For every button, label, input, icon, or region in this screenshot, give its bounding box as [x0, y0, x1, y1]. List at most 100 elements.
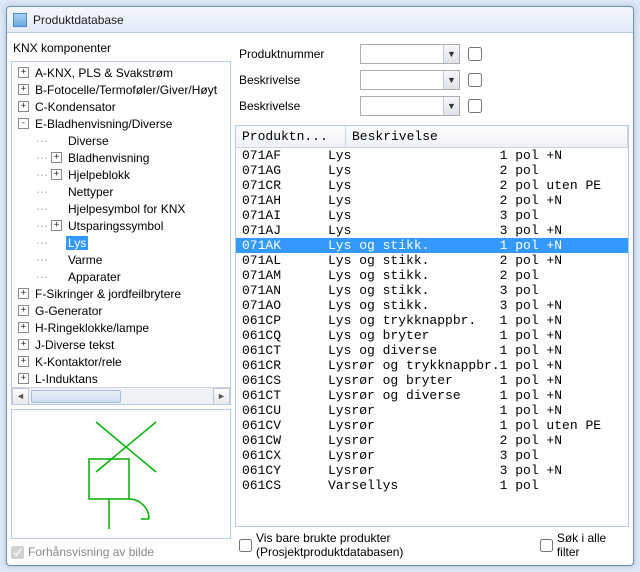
tree-node[interactable]: ⋯Nettyper [12, 183, 230, 200]
tree-node-label[interactable]: Utsparingssymbol [66, 219, 165, 233]
expand-icon[interactable]: + [18, 288, 29, 299]
product-row[interactable]: 061CTLysrør og diverse 1 pol +N [236, 388, 628, 403]
grid-header-productnumber[interactable]: Produktn... [236, 126, 346, 147]
product-row[interactable]: 061CULysrør 1 pol +N [236, 403, 628, 418]
tree-node[interactable]: + C-Kondensator [12, 98, 230, 115]
preview-toggle[interactable] [11, 546, 24, 559]
product-row[interactable]: 071CRLys 2 pol uten PE [236, 178, 628, 193]
product-row[interactable]: 061CQLys og bryter 1 pol +N [236, 328, 628, 343]
tree-node-label[interactable]: K-Kontaktor/rele [33, 355, 124, 369]
product-row[interactable]: 061CPLys og trykknappbr. 1 pol +N [236, 313, 628, 328]
expand-icon[interactable]: + [51, 169, 62, 180]
product-row[interactable]: 071AGLys 2 pol [236, 163, 628, 178]
filter-label: Beskrivelse [239, 99, 354, 113]
expand-icon[interactable]: + [51, 152, 62, 163]
filter-enable-checkbox[interactable] [468, 47, 482, 61]
grid-header-description[interactable]: Beskrivelse [346, 126, 628, 147]
tree-node[interactable]: ⋯Lys [12, 234, 230, 251]
titlebar[interactable]: Produktdatabase [7, 7, 633, 33]
tree-node[interactable]: ⋯+Hjelpeblokk [12, 166, 230, 183]
tree-node[interactable]: + L-Induktans [12, 370, 230, 387]
tree-node[interactable]: + A-KNX, PLS & Svakstrøm [12, 64, 230, 81]
product-row[interactable]: 071AHLys 2 pol +N [236, 193, 628, 208]
product-description-cell: Lys og stikk. 2 pol +N [326, 253, 628, 268]
product-row[interactable]: 071AILys 3 pol [236, 208, 628, 223]
product-number-cell: 061CX [236, 448, 326, 463]
product-row[interactable]: 061CVLysrør 1 pol uten PE [236, 418, 628, 433]
tree-node[interactable]: + F-Sikringer & jordfeilbrytere [12, 285, 230, 302]
product-row[interactable]: 071AOLys og stikk. 3 pol +N [236, 298, 628, 313]
tree-node-label[interactable]: Nettyper [66, 185, 115, 199]
product-row[interactable]: 061CWLysrør 2 pol +N [236, 433, 628, 448]
filter-enable-checkbox[interactable] [468, 73, 482, 87]
product-row[interactable]: 071ANLys og stikk. 3 pol [236, 283, 628, 298]
collapse-icon[interactable]: - [18, 118, 29, 129]
tree-node-label[interactable]: A-KNX, PLS & Svakstrøm [33, 66, 175, 80]
tree-node[interactable]: + H-Ringeklokke/lampe [12, 319, 230, 336]
expand-icon[interactable]: + [18, 101, 29, 112]
chevron-down-icon[interactable]: ▼ [443, 97, 459, 115]
tree-node-label[interactable]: E-Bladhenvisning/Diverse [33, 117, 174, 131]
product-row[interactable]: 061CSLysrør og bryter 1 pol +N [236, 373, 628, 388]
product-row[interactable]: 071ALLys og stikk. 2 pol +N [236, 253, 628, 268]
tree-node-label[interactable]: Hjelpesymbol for KNX [66, 202, 187, 216]
scroll-thumb[interactable] [31, 390, 121, 403]
chevron-down-icon[interactable]: ▼ [443, 45, 459, 63]
product-row[interactable]: 071AFLys 1 pol +N [236, 148, 628, 163]
product-row[interactable]: 071AMLys og stikk. 2 pol [236, 268, 628, 283]
filter-combo[interactable]: ▼ [360, 44, 460, 64]
tree-node-label[interactable]: G-Generator [33, 304, 104, 318]
tree-node[interactable]: -E-Bladhenvisning/Diverse [12, 115, 230, 132]
filter-combo[interactable]: ▼ [360, 70, 460, 90]
expand-icon[interactable]: + [51, 220, 62, 231]
tree-node[interactable]: + B-Fotocelle/Termoføler/Giver/Høyt [12, 81, 230, 98]
tree-hscroll[interactable]: ◄ ► [12, 387, 230, 404]
tree-node[interactable]: ⋯Varme [12, 251, 230, 268]
tree-node-label[interactable]: Lys [66, 236, 88, 250]
grid-header[interactable]: Produktn... Beskrivelse [236, 126, 628, 148]
tree-node-label[interactable]: Diverse [66, 134, 111, 148]
tree-node[interactable]: ⋯Apparater [12, 268, 230, 285]
filter-combo[interactable]: ▼ [360, 96, 460, 116]
preview-drawing [41, 414, 201, 534]
tree-node[interactable]: + G-Generator [12, 302, 230, 319]
expand-icon[interactable]: + [18, 305, 29, 316]
expand-icon[interactable]: + [18, 84, 29, 95]
expand-icon[interactable]: + [18, 339, 29, 350]
tree-node-label[interactable]: L-Induktans [33, 372, 100, 386]
tree-node-label[interactable]: F-Sikringer & jordfeilbrytere [33, 287, 183, 301]
tree-node[interactable]: + K-Kontaktor/rele [12, 353, 230, 370]
scroll-left-button[interactable]: ◄ [12, 388, 29, 405]
product-row[interactable]: 071AKLys og stikk. 1 pol +N [236, 238, 628, 253]
tree-node-label[interactable]: H-Ringeklokke/lampe [33, 321, 151, 335]
expand-icon[interactable]: + [18, 373, 29, 384]
tree-node[interactable]: ⋯Hjelpesymbol for KNX [12, 200, 230, 217]
tree-node-label[interactable]: C-Kondensator [33, 100, 118, 114]
scroll-right-button[interactable]: ► [213, 388, 230, 405]
product-description-cell: Lys og trykknappbr. 1 pol +N [326, 313, 628, 328]
chevron-down-icon[interactable]: ▼ [443, 71, 459, 89]
product-row[interactable]: 061CSVarsellys 1 pol [236, 478, 628, 493]
filter-enable-checkbox[interactable] [468, 99, 482, 113]
expand-icon[interactable]: + [18, 322, 29, 333]
product-row[interactable]: 061CRLysrør og trykknappbr.1 pol +N [236, 358, 628, 373]
product-row[interactable]: 061CTLys og diverse 1 pol +N [236, 343, 628, 358]
tree-node[interactable]: ⋯+Utsparingssymbol [12, 217, 230, 234]
tree-node[interactable]: + J-Diverse tekst [12, 336, 230, 353]
tree-node-label[interactable]: Bladhenvisning [66, 151, 151, 165]
product-row[interactable]: 071AJLys 3 pol +N [236, 223, 628, 238]
tree-node-label[interactable]: Apparater [66, 270, 123, 284]
expand-icon[interactable]: + [18, 67, 29, 78]
product-row[interactable]: 061CXLysrør 3 pol [236, 448, 628, 463]
product-row[interactable]: 061CYLysrør 3 pol +N [236, 463, 628, 478]
tree-node-label[interactable]: Varme [66, 253, 104, 267]
tree-node-label[interactable]: B-Fotocelle/Termoføler/Giver/Høyt [33, 83, 219, 97]
tree-node-label[interactable]: J-Diverse tekst [33, 338, 116, 352]
tree-node[interactable]: ⋯+Bladhenvisning [12, 149, 230, 166]
tree-node[interactable]: ⋯Diverse [12, 132, 230, 149]
search-all-filters-checkbox[interactable] [540, 539, 553, 552]
show-used-only-checkbox[interactable] [239, 539, 252, 552]
expand-icon[interactable]: + [18, 356, 29, 367]
scroll-track[interactable] [29, 388, 213, 405]
tree-node-label[interactable]: Hjelpeblokk [66, 168, 132, 182]
